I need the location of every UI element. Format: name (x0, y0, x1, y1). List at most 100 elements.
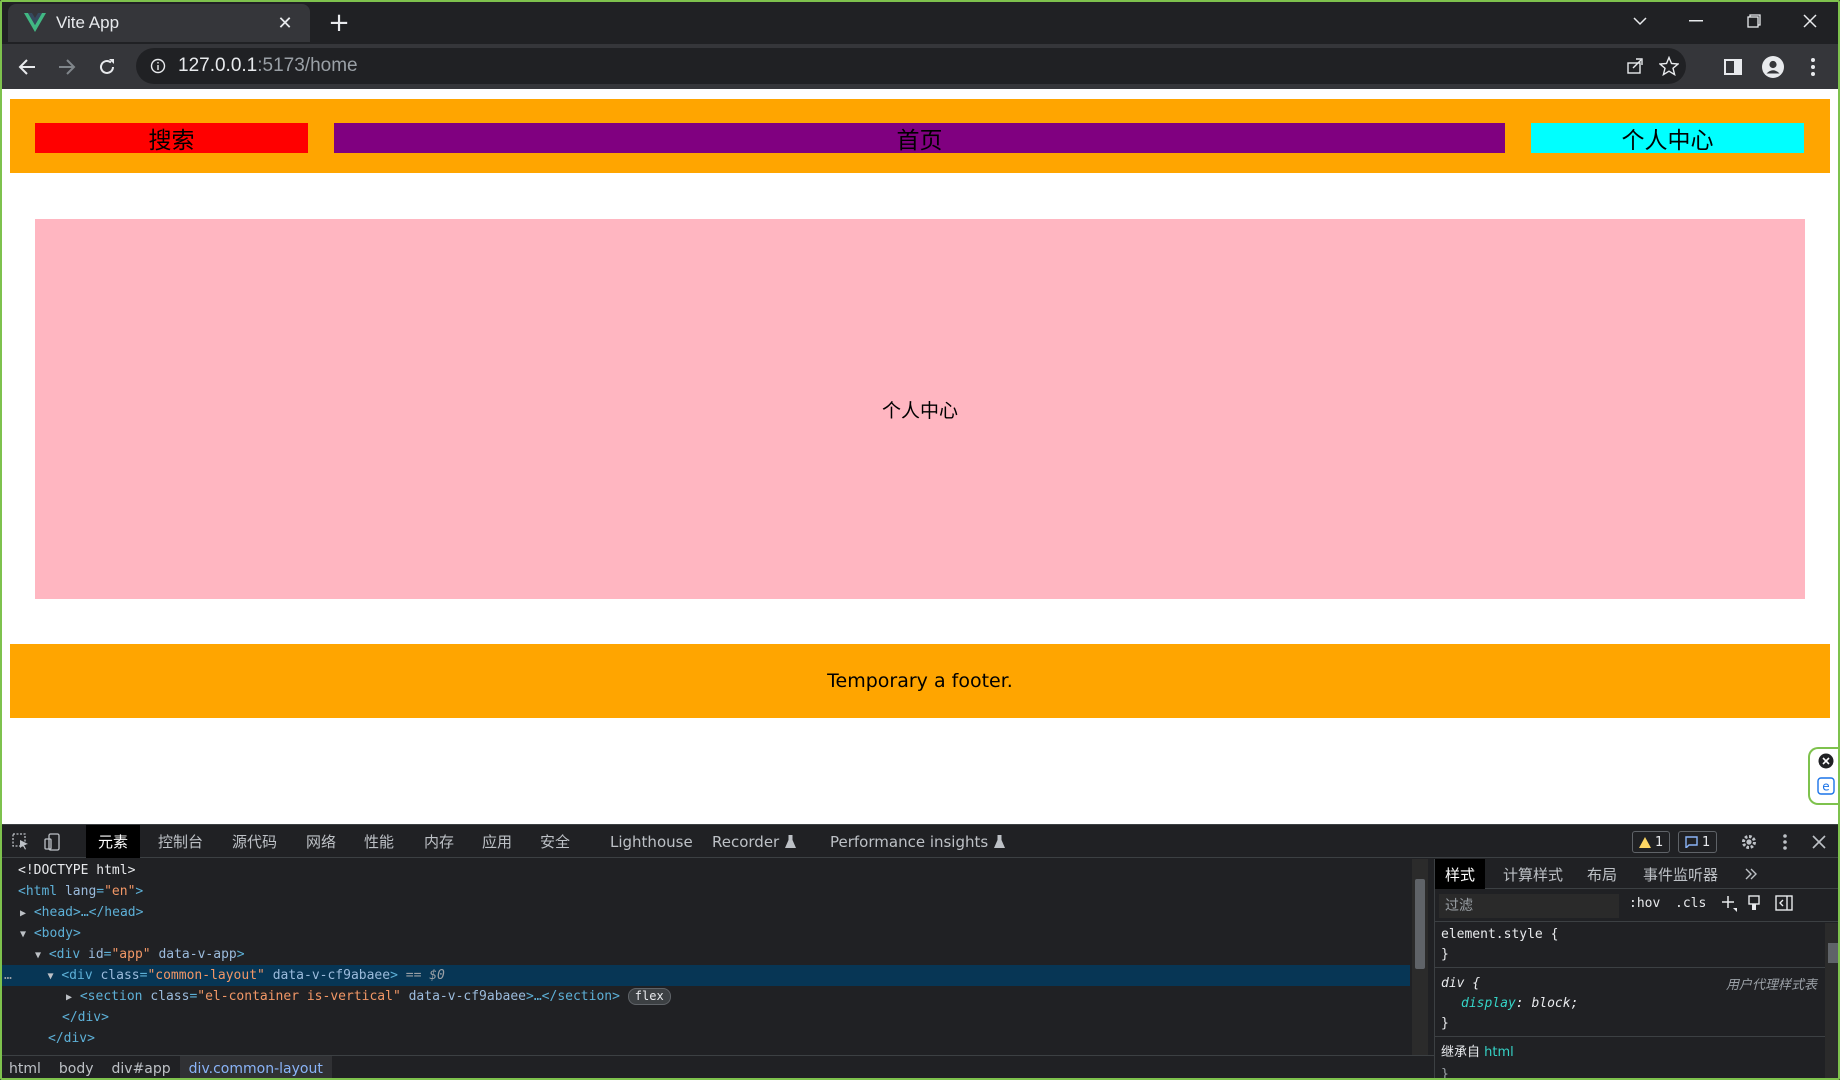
profile-avatar-icon[interactable] (1758, 52, 1788, 82)
dom-breadcrumbs: html body div#app div.common-layout (0, 1055, 1434, 1080)
dom-node-body[interactable]: ▼ <body> (0, 923, 1410, 944)
html-tag: <html (18, 884, 58, 899)
dom-scrollbar[interactable] (1412, 859, 1428, 1055)
extension-floating-badge[interactable]: e (1808, 747, 1838, 805)
devtools-tab-sources[interactable]: 源代码 (232, 825, 277, 858)
html-attr-value: "en" (104, 884, 136, 899)
devtools-tab-network[interactable]: 网络 (306, 825, 336, 858)
hov-toggle[interactable]: :hov (1629, 896, 1660, 911)
collapse-triangle-icon[interactable]: ▼ (47, 971, 53, 982)
layout-attr-class: class (100, 968, 140, 983)
styles-tab-event-listeners[interactable]: 事件监听器 (1643, 859, 1718, 889)
tab-search-chevron-icon[interactable] (1620, 6, 1660, 36)
message-icon (1685, 836, 1698, 848)
back-icon[interactable] (12, 52, 42, 82)
dom-node-div-close-outer[interactable]: </div> (0, 1028, 1410, 1049)
device-toolbar-icon[interactable] (42, 831, 64, 853)
div-close-tag: </div> (48, 1031, 95, 1046)
warning-icon (1639, 836, 1651, 848)
tab-close-icon[interactable]: ✕ (272, 10, 298, 36)
header-user-center[interactable]: 个人中心 (1531, 123, 1804, 154)
site-info-icon[interactable] (148, 56, 168, 76)
dom-node-html[interactable]: <html lang="en"> (0, 881, 1410, 902)
dom-node-section[interactable]: ▶ <section class="el-container is-vertic… (0, 986, 1410, 1007)
minimize-icon[interactable] (1676, 6, 1716, 36)
styles-filter-input[interactable]: 过滤 (1439, 894, 1619, 918)
tab-title: Vite App (56, 13, 120, 32)
expand-triangle-icon[interactable]: ▶ (20, 908, 26, 919)
rule-div-selector[interactable]: div { (1441, 974, 1480, 994)
paint-bucket-icon[interactable] (1747, 894, 1763, 916)
header-search[interactable]: 搜索 (35, 123, 308, 154)
collapse-triangle-icon[interactable]: ▼ (35, 950, 41, 961)
rule-display-property[interactable]: display: block; (1441, 994, 1578, 1014)
warning-count: 1 (1655, 834, 1664, 850)
badge-e-icon[interactable]: e (1817, 777, 1835, 799)
styles-filter-bar: 过滤 :hov .cls (1435, 890, 1840, 922)
devtools-tab-performance[interactable]: 性能 (364, 825, 394, 858)
flex-badge[interactable]: flex (627, 988, 671, 1005)
devtools-tab-console[interactable]: 控制台 (158, 825, 203, 858)
browser-menu-icon[interactable] (1798, 52, 1828, 82)
reload-icon[interactable] (92, 52, 122, 82)
new-style-rule-icon[interactable] (1721, 894, 1737, 916)
app-id-value: "app" (111, 947, 151, 962)
toggle-sidebar-icon[interactable] (1775, 894, 1793, 916)
styles-scrollbar[interactable] (1825, 923, 1840, 1080)
styles-tab-computed[interactable]: 计算样式 (1503, 859, 1563, 889)
bookmark-star-icon[interactable] (1656, 53, 1682, 79)
devtools-tab-elements[interactable]: 元素 (86, 825, 141, 858)
close-window-icon[interactable] (1790, 6, 1830, 36)
header-home[interactable]: 首页 (334, 123, 1505, 154)
inherited-from-link[interactable]: html (1484, 1045, 1514, 1060)
badge-close-icon[interactable] (1818, 753, 1834, 773)
devtools-settings-gear-icon[interactable] (1738, 831, 1760, 853)
breadcrumb-html[interactable]: html (0, 1056, 50, 1080)
devtools-tab-performance-insights[interactable]: Performance insights (830, 825, 1006, 858)
new-tab-icon[interactable]: + (325, 8, 353, 38)
main-content: 个人中心 (35, 219, 1805, 599)
page-header: 搜索 首页 个人中心 (10, 99, 1830, 173)
styles-more-tabs-icon[interactable] (1745, 859, 1757, 889)
browser-chrome: Vite App ✕ + 127.0.0.1:5173/home (0, 0, 1840, 89)
styles-tab-layout[interactable]: 布局 (1587, 859, 1617, 889)
dom-node-common-layout[interactable]: … ▼ <div class="common-layout" data-v-cf… (0, 965, 1410, 986)
dom-node-doctype[interactable]: <!DOCTYPE html> (0, 860, 1410, 881)
side-panel-icon[interactable] (1718, 52, 1748, 82)
devtools-more-icon[interactable] (1774, 831, 1796, 853)
cls-toggle[interactable]: .cls (1675, 896, 1706, 911)
browser-tab[interactable]: Vite App ✕ (8, 4, 310, 42)
footer-text: Temporary a footer. (827, 670, 1013, 692)
restore-icon[interactable] (1734, 6, 1774, 36)
devtools-tab-security[interactable]: 安全 (540, 825, 570, 858)
devtools-tab-lighthouse[interactable]: Lighthouse (610, 825, 693, 858)
devtools-close-icon[interactable] (1808, 831, 1830, 853)
dom-scrollbar-thumb[interactable] (1415, 879, 1425, 969)
rule-element-style[interactable]: element.style { (1441, 925, 1558, 945)
experiment-flask-icon (785, 835, 797, 848)
breadcrumb-div-common-layout[interactable]: div.common-layout (179, 1055, 332, 1080)
breadcrumb-body[interactable]: body (50, 1056, 103, 1080)
dom-node-app[interactable]: ▼ <div id="app" data-v-app> (0, 944, 1410, 965)
dom-node-div-close[interactable]: </div> (0, 1007, 1410, 1028)
inspect-element-icon[interactable] (10, 831, 32, 853)
expand-triangle-icon[interactable]: ▶ (66, 992, 72, 1003)
row-menu-ellipsis[interactable]: … (4, 968, 12, 983)
devtools-tabbar: 元素 控制台 源代码 网络 性能 内存 应用 安全 Lighthouse Rec… (0, 825, 1840, 858)
collapse-triangle-icon[interactable]: ▼ (20, 929, 26, 940)
message-counter[interactable]: 1 (1678, 831, 1718, 853)
share-icon[interactable] (1622, 53, 1648, 79)
devtools-tab-recorder[interactable]: Recorder (712, 825, 797, 858)
styles-scrollbar-thumb[interactable] (1828, 943, 1838, 963)
selected-node-ref: == $0 (405, 968, 445, 983)
devtools-tab-application[interactable]: 应用 (482, 825, 512, 858)
warning-counter[interactable]: 1 (1632, 831, 1671, 853)
div-close-tag: </div> (62, 1010, 109, 1025)
styles-tab-styles[interactable]: 样式 (1435, 859, 1486, 889)
address-bar[interactable]: 127.0.0.1:5173/home (136, 48, 1686, 84)
devtools-tab-memory[interactable]: 内存 (424, 825, 454, 858)
dom-node-head[interactable]: ▶ <head>…</head> (0, 902, 1410, 923)
rule-close-brace: } (1441, 947, 1449, 962)
breadcrumb-div-app[interactable]: div#app (103, 1056, 180, 1080)
forward-icon[interactable] (52, 52, 82, 82)
